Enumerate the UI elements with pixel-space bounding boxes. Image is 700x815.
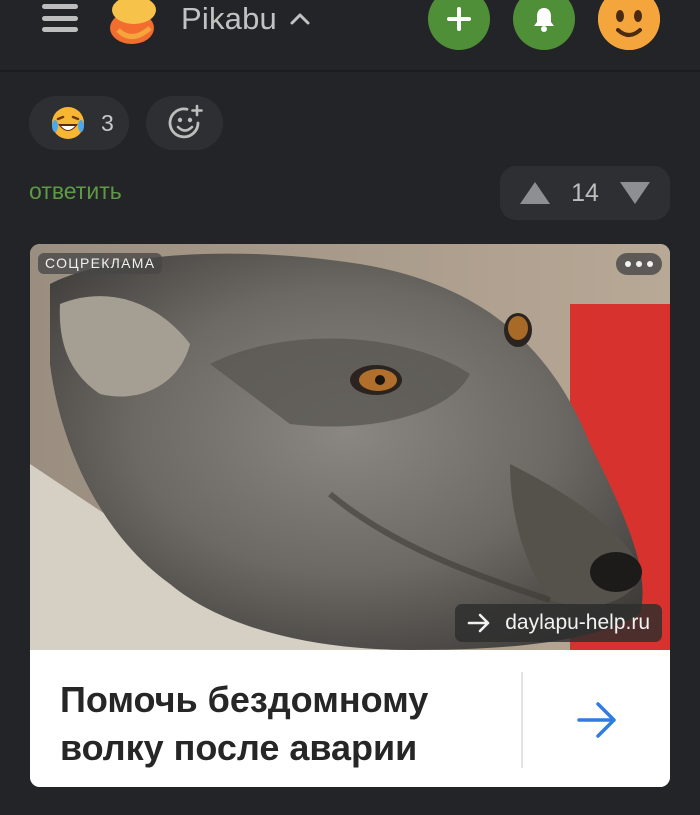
upvote-icon[interactable] bbox=[518, 180, 552, 206]
reaction-laugh[interactable]: 3 bbox=[29, 96, 129, 150]
more-dots-icon bbox=[625, 261, 631, 267]
ad-domain-link[interactable]: daylapu-help.ru bbox=[455, 604, 662, 642]
ad-more-button[interactable] bbox=[616, 253, 662, 275]
menu-button[interactable] bbox=[40, 0, 80, 36]
add-reaction-button[interactable] bbox=[146, 96, 223, 150]
bell-icon bbox=[534, 8, 554, 32]
ad-title[interactable]: Помочь бездомному волку после аварии bbox=[60, 676, 520, 772]
add-reaction-icon bbox=[168, 104, 203, 139]
arrow-right-icon bbox=[467, 613, 490, 633]
brand-name: Pikabu bbox=[181, 1, 277, 36]
notifications-button[interactable] bbox=[513, 0, 575, 50]
add-post-button[interactable] bbox=[428, 0, 490, 50]
ad-card[interactable]: СОЦРЕКЛАМА daylapu-help.ru Помочь бездом… bbox=[30, 244, 670, 787]
ad-label: СОЦРЕКЛАМА bbox=[38, 253, 163, 274]
divider bbox=[521, 672, 523, 768]
top-header: Pikabu bbox=[0, 0, 700, 72]
smiley-avatar-icon bbox=[598, 0, 660, 50]
rating-control: 14 bbox=[500, 166, 670, 220]
brand-switcher[interactable]: Pikabu bbox=[181, 1, 311, 37]
reaction-count: 3 bbox=[101, 109, 114, 136]
user-avatar[interactable] bbox=[598, 0, 660, 50]
chevron-up-icon bbox=[290, 13, 310, 25]
ad-footer: Помочь бездомному волку после аварии bbox=[30, 650, 670, 787]
rating-count: 14 bbox=[571, 178, 599, 207]
reply-link[interactable]: ответить bbox=[29, 178, 122, 205]
ad-domain-text: daylapu-help.ru bbox=[505, 611, 650, 634]
hamburger-icon bbox=[42, 4, 78, 9]
plus-icon bbox=[447, 7, 471, 31]
downvote-icon[interactable] bbox=[618, 180, 652, 206]
laughing-emoji-icon bbox=[52, 107, 84, 139]
arrow-right-icon[interactable] bbox=[576, 700, 618, 740]
pikabu-logo-icon[interactable] bbox=[106, 0, 162, 44]
wolf-photo[interactable] bbox=[30, 244, 670, 650]
